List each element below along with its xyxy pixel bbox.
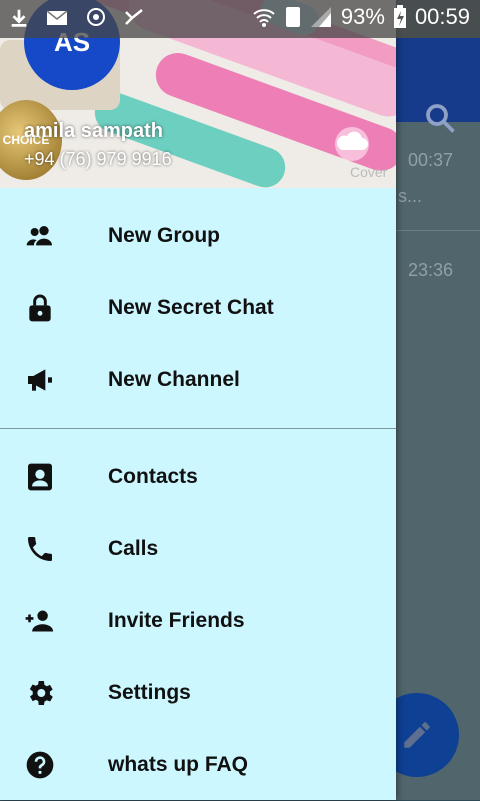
clock: 00:59 xyxy=(414,4,470,29)
menu-label: whats up FAQ xyxy=(108,753,249,776)
sim-icon xyxy=(285,7,300,27)
menu-divider xyxy=(0,428,396,429)
battery-percent: 93% xyxy=(340,4,385,29)
menu-item-contacts[interactable]: Contacts xyxy=(0,441,396,513)
menu-label: New Channel xyxy=(108,368,240,391)
add-person-icon xyxy=(22,603,58,639)
chat-snippet: s... xyxy=(398,186,423,206)
download-icon xyxy=(11,9,27,27)
menu-item-new-channel[interactable]: New Channel xyxy=(0,344,396,416)
phone-icon xyxy=(22,531,58,567)
gear-icon xyxy=(22,675,58,711)
menu-label: Calls xyxy=(108,537,159,560)
menu-label: Contacts xyxy=(108,465,198,488)
help-icon xyxy=(22,747,58,783)
menu-label: Invite Friends xyxy=(108,609,245,632)
status-bar: 93% 00:59 xyxy=(0,0,480,38)
menu-item-faq[interactable]: whats up FAQ xyxy=(0,729,396,801)
megaphone-icon xyxy=(22,362,58,398)
signal-icon xyxy=(310,7,331,27)
user-phone: +94 (76) 979 9916 xyxy=(24,149,172,169)
navigation-drawer: CHOICE AS amila sampath +94 (76) 979 991… xyxy=(0,0,396,800)
chat-time: 00:37 xyxy=(408,150,454,170)
search-icon[interactable] xyxy=(422,100,458,136)
menu-label: New Group xyxy=(108,224,221,247)
menu-item-calls[interactable]: Calls xyxy=(0,513,396,585)
menu-item-invite-friends[interactable]: Invite Friends xyxy=(0,585,396,657)
drawer-menu: New Group New Secret Chat New Channel Co… xyxy=(0,200,396,801)
pencil-icon xyxy=(404,722,430,748)
menu-label: New Secret Chat xyxy=(108,296,274,319)
wifi-icon xyxy=(253,9,275,27)
menu-label: Settings xyxy=(108,681,191,704)
lock-icon xyxy=(22,290,58,326)
user-name: amila sampath xyxy=(24,120,163,142)
contacts-icon xyxy=(22,459,58,495)
mail-icon xyxy=(46,10,68,25)
check-icon xyxy=(125,9,143,25)
menu-item-settings[interactable]: Settings xyxy=(0,657,396,729)
battery-icon xyxy=(393,5,406,28)
menu-item-new-secret-chat[interactable]: New Secret Chat xyxy=(0,272,396,344)
group-icon xyxy=(22,218,58,254)
menu-item-new-group[interactable]: New Group xyxy=(0,200,396,272)
chat-divider xyxy=(396,230,480,231)
chat-time: 23:36 xyxy=(408,260,454,280)
cover-label: Cover xyxy=(350,164,388,180)
cloud-icon[interactable] xyxy=(330,126,374,162)
chat-bubble-icon xyxy=(87,8,105,26)
